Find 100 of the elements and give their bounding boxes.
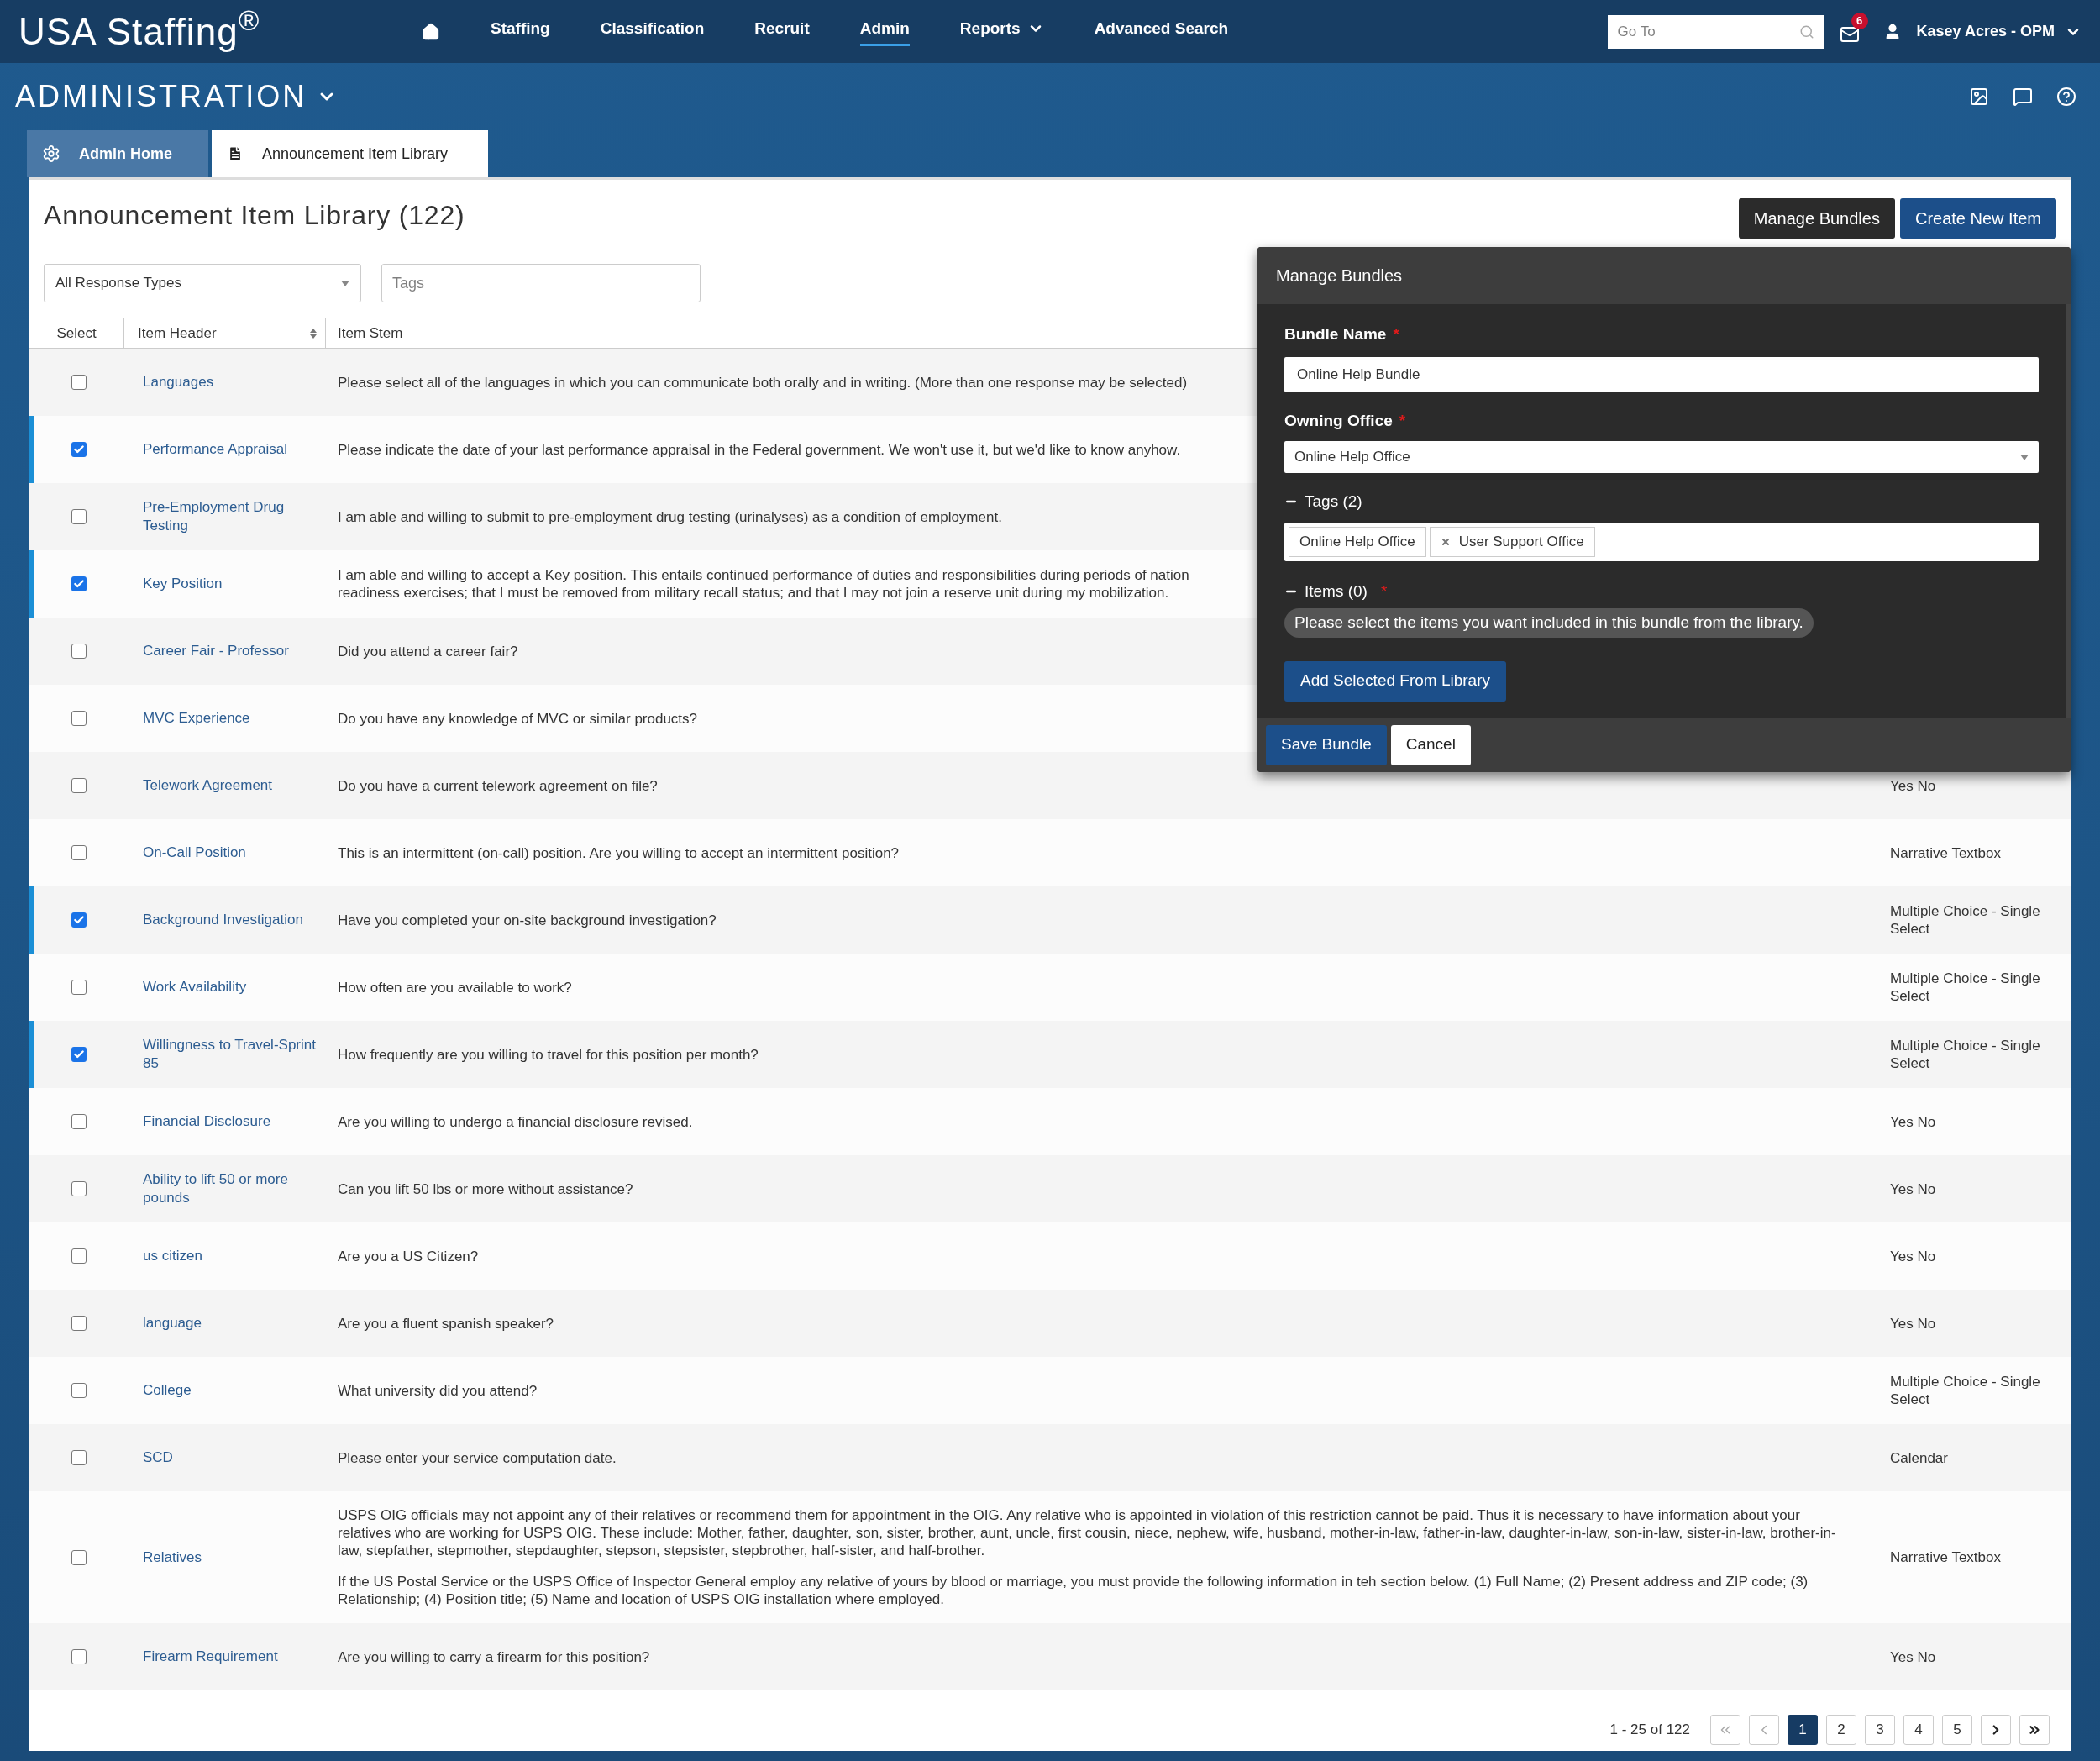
item-stem: This is an intermittent (on-call) position. Are you willing to accept an intermittent position? [338, 844, 900, 862]
checkbox[interactable] [71, 845, 87, 860]
response-type: Yes No [1890, 1315, 1936, 1332]
checkbox[interactable] [71, 1181, 87, 1196]
item-header-link[interactable]: Pre-Employment Drug Testing [143, 498, 318, 535]
item-header-link[interactable]: Firearm Requirement [143, 1648, 318, 1666]
checkbox[interactable] [71, 912, 87, 928]
item-stem: Do you have a current telework agreement on file? [338, 776, 658, 795]
nav-link[interactable]: Staffing [491, 16, 550, 47]
comment-icon[interactable] [2013, 87, 2033, 107]
add-selected-button[interactable]: Add Selected From Library [1284, 660, 1506, 702]
item-header-link[interactable]: On-Call Position [143, 844, 318, 862]
checkbox[interactable] [71, 644, 87, 659]
item-header-link[interactable]: SCD [143, 1448, 318, 1467]
logo[interactable]: USA Staffing$^{®}$ [18, 3, 422, 60]
item-header-link[interactable]: Career Fair - Professor [143, 642, 318, 660]
response-type: Yes No [1890, 777, 1936, 794]
item-header-link[interactable]: language [143, 1314, 318, 1333]
column-header[interactable]: Item Header [124, 318, 326, 348]
item-stem: Did you attend a career fair? [338, 642, 518, 660]
response-type: Narrative Textbox [1890, 844, 2001, 861]
nav-link[interactable]: Reports [959, 16, 1044, 47]
nav-link[interactable]: Recruit [754, 16, 810, 47]
search-icon [1798, 24, 1814, 39]
tags-input[interactable]: Online Help Office User Support Office [1284, 522, 2039, 561]
next-page-button[interactable] [1981, 1715, 2011, 1745]
item-stem: Are you willing to undergo a financial disclosure revised. [338, 1112, 693, 1131]
item-stem: Are you willing to carry a firearm for this position? [338, 1648, 650, 1666]
manage-button[interactable]: Manage Bundles [1738, 198, 1895, 239]
item-stem: Please enter your service computation date. [338, 1448, 617, 1467]
response-type: Multiple Choice - Single Select [1890, 970, 2040, 1004]
section-title[interactable]: ADMINISTRATION [15, 74, 338, 119]
nav-link[interactable]: Admin [859, 16, 910, 47]
checkbox[interactable] [71, 1047, 87, 1062]
item-header-link[interactable]: College [143, 1381, 318, 1400]
tab[interactable]: Announcement Item Library [212, 130, 489, 177]
bundle-name-field[interactable]: Online Help Bundle [1284, 356, 2039, 392]
checkbox[interactable] [71, 1549, 87, 1565]
item-header-link[interactable]: Work Availability [143, 978, 318, 996]
create-button[interactable]: Create New Item [1899, 198, 2056, 239]
checkbox[interactable] [71, 375, 87, 390]
item-stem: USPS OIG officials may not appoint any of their relatives or recommend them for appointment in the OIG. Any relative who is appointed in violation of this restriction cannot be paid. Thus it is necessary to have information about your relatives who are working for USPS OIG. These include: Mother, father, daughter, son, sister, brother, aunt, uncle, first cousin, niece, nephew, wife, husband, mother-in-law, father-in-law, daughter-in-law, son-in-law, sister-in-law, brother-in-law, stepfather, stepmother, stepdaughter, stepson, stepsister, stepbrother, half-sister, and half-brother. [338, 1506, 1837, 1559]
save-bundle-button[interactable]: Save Bundle [1266, 724, 1387, 765]
item-header-link[interactable]: Willingness to Travel-Sprint 85 [143, 1036, 318, 1073]
item-stem: What university did you attend? [338, 1381, 538, 1400]
item-stem: Can you lift 50 lbs or more without assistance? [338, 1180, 633, 1198]
checkbox[interactable] [71, 509, 87, 524]
page-button[interactable]: 2 [1826, 1715, 1856, 1745]
item-header-link[interactable]: MVC Experience [143, 709, 318, 728]
item-header-link[interactable]: Relatives [143, 1548, 318, 1567]
go-to-input[interactable]: Go To [1617, 20, 1799, 43]
checkbox[interactable] [71, 778, 87, 793]
tag-chip[interactable]: Online Help Office [1289, 526, 1426, 557]
page-title: Announcement Item Library (122) [44, 199, 465, 232]
response-type-select[interactable]: All Response Types [44, 264, 361, 302]
page-button[interactable]: 4 [1903, 1715, 1934, 1745]
last-page-button[interactable] [2019, 1715, 2050, 1745]
tab[interactable]: Admin Home [27, 130, 208, 177]
checkbox[interactable] [71, 1383, 87, 1398]
item-header-link[interactable]: Telework Agreement [143, 776, 318, 795]
image-icon[interactable] [1969, 87, 1989, 107]
page-button[interactable]: 1 [1788, 1715, 1818, 1745]
nav-link[interactable]: Advanced Search [1094, 16, 1229, 47]
item-stem: Are you a US Citizen? [338, 1247, 479, 1265]
checkbox[interactable] [71, 576, 87, 591]
item-header-link[interactable]: Performance Appraisal [143, 440, 318, 459]
page-button[interactable]: 5 [1942, 1715, 1972, 1745]
checkbox[interactable] [71, 1248, 87, 1264]
home-icon[interactable] [422, 22, 440, 41]
page-button[interactable]: 3 [1865, 1715, 1895, 1745]
checkbox[interactable] [71, 711, 87, 726]
help-icon[interactable] [2056, 87, 2076, 107]
column-header[interactable]: Select [29, 318, 124, 348]
tags-field[interactable]: Tags [381, 264, 701, 302]
gear-icon [42, 145, 60, 163]
checkbox[interactable] [71, 1114, 87, 1129]
item-header-link[interactable]: Financial Disclosure [143, 1112, 318, 1131]
field-label: Owning Office * [1284, 410, 1406, 431]
tag-chip[interactable]: User Support Office [1429, 526, 1595, 557]
item-header-link[interactable]: Ability to lift 50 or more pounds [143, 1170, 318, 1207]
sort-icon[interactable] [310, 328, 317, 339]
item-header-link[interactable]: us citizen [143, 1247, 318, 1265]
cancel-button[interactable]: Cancel [1390, 724, 1471, 765]
item-header-link[interactable]: Languages [143, 373, 318, 392]
owning-office-select[interactable]: Online Help Office [1284, 441, 2039, 473]
go-to-field[interactable]: Go To [1607, 14, 1824, 49]
response-type: Yes No [1890, 1248, 1936, 1264]
item-stem: Please select all of the languages in which you can communicate both orally and in writing. (More than one response may be selected) [338, 373, 1188, 392]
nav-link[interactable]: Classification [600, 16, 705, 47]
checkbox[interactable] [71, 1450, 87, 1465]
checkbox[interactable] [71, 1316, 87, 1331]
checkbox[interactable] [71, 1649, 87, 1664]
item-header-link[interactable]: Background Investigation [143, 911, 318, 929]
user-menu[interactable]: Kasey Acres - OPM [1916, 20, 2082, 43]
item-stem: How frequently are you willing to travel for this position per month? [338, 1045, 759, 1064]
remove-icon[interactable] [1440, 536, 1451, 547]
checkbox[interactable] [71, 442, 87, 457]
item-stem: Please indicate the date of your last performance appraisal in the Federal government. We won't use it, but we'd like to know anyhow. [338, 440, 1181, 459]
checkbox[interactable] [71, 980, 87, 995]
item-header-link[interactable]: Key Position [143, 575, 318, 593]
